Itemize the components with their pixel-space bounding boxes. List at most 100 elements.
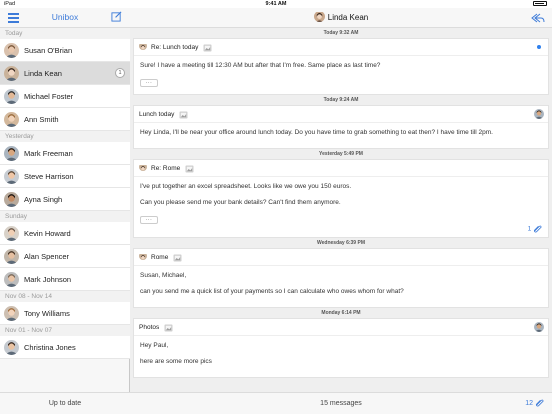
contact-name: Steve Harrison (24, 172, 74, 181)
message-subject-row: Re: Rome (134, 160, 548, 177)
section-header: Yesterday (0, 131, 130, 142)
message-paragraph: Can you please send me your bank details… (140, 199, 341, 206)
reply-all-icon[interactable] (531, 12, 545, 24)
expand-quoted-button[interactable]: ... (140, 216, 158, 224)
avatar (4, 192, 19, 207)
avatar (4, 146, 19, 161)
conversation-item[interactable]: Tony Williams (0, 302, 130, 325)
message-subject: Lunch today (139, 111, 175, 118)
avatar (4, 66, 19, 81)
message-paragraph: Sure! I have a meeting till 12:30 AM but… (140, 62, 381, 69)
section-header: Nov 01 - Nov 07 (0, 325, 130, 336)
sidebar-header: Unibox (0, 8, 130, 28)
message-count: 15 messages (320, 400, 362, 407)
contact-name: Susan O'Brian (24, 46, 73, 55)
conversation-item[interactable]: Steve Harrison (0, 165, 130, 188)
conversation-pane: Linda Kean Today 9:32 AM Re: Lunch today S… (130, 8, 552, 414)
message-subject: Re: Rome (151, 165, 181, 172)
contact-name: Ann Smith (24, 115, 59, 124)
contact-name: Mark Freeman (24, 149, 73, 158)
contact-name: Alan Spencer (24, 252, 70, 261)
message-subject: Rome (151, 254, 169, 261)
avatar (534, 109, 544, 119)
message-paragraph: here are some more pics (140, 358, 212, 365)
conversation-header: Linda Kean (130, 8, 552, 28)
date-separator: Yesterday 5:49 PM (319, 151, 363, 157)
sidebar: Unibox Today Susan O'Brian Linda Kean 1 Mich… (0, 8, 130, 414)
conversation-item[interactable]: Mark Johnson (0, 268, 130, 291)
avatar (4, 340, 19, 355)
message-paragraph: Hey Paul, (140, 342, 169, 349)
message-paragraph: Hey Linda, I'll be near your office arou… (140, 129, 493, 136)
message-body: Hey Linda, I'll be near your office arou… (134, 123, 548, 148)
contact-name: Michael Foster (24, 92, 74, 101)
contact-name: Mark Johnson (24, 275, 72, 284)
status-bar: iPad 9:41 AM (0, 0, 552, 8)
message-card[interactable]: Photos Hey Paul, here are some more pics (133, 318, 549, 378)
attachment-icon (185, 163, 194, 173)
contact-name: Ayna Singh (24, 195, 63, 204)
battery-icon (533, 1, 547, 6)
message-body: Susan, Michael, can you send me a quick l… (134, 266, 548, 307)
contact-name: Christina Jones (24, 343, 76, 352)
message-subject-row: Re: Lunch today (134, 39, 548, 56)
compose-icon[interactable] (111, 11, 122, 22)
conversation-list: Today Susan O'Brian Linda Kean 1 Michael Fos… (0, 28, 130, 359)
avatar (534, 322, 544, 332)
avatar (4, 169, 19, 184)
conversation-item[interactable]: Mark Freeman (0, 142, 130, 165)
message-subject: Photos (139, 324, 160, 331)
message-body: I've put together an excel spreadsheet. … (134, 177, 548, 231)
attachment-icon (203, 42, 212, 52)
avatar (4, 272, 19, 287)
attachment-icon (173, 252, 182, 262)
attachment-icon (179, 109, 188, 119)
date-separator: Wednesday 6:39 PM (317, 240, 365, 246)
message-paragraph: I've put together an excel spreadsheet. … (140, 183, 352, 190)
message-thread[interactable]: Today 9:32 AM Re: Lunch today Sure! I have… (130, 28, 552, 392)
avatar (139, 252, 147, 261)
unread-dot (537, 45, 541, 49)
date-separator: Today 9:24 AM (323, 97, 359, 103)
message-body: Hey Paul, here are some more pics (134, 336, 548, 377)
avatar (4, 89, 19, 104)
avatar (139, 42, 147, 51)
conversation-item[interactable]: Alan Spencer (0, 245, 130, 268)
attachment-icon (533, 225, 542, 233)
section-header: Nov 08 - Nov 14 (0, 291, 130, 302)
date-separator: Monday 6:14 PM (321, 310, 361, 316)
avatar (4, 306, 19, 321)
message-subject-row: Photos (134, 319, 548, 336)
message-subject-row: Rome (134, 249, 548, 266)
attachments-count-button[interactable]: 12 (525, 393, 544, 414)
avatar (4, 43, 19, 58)
expand-quoted-button[interactable]: ... (140, 79, 158, 87)
attachment-icon (535, 399, 544, 407)
message-body: Sure! I have a meeting till 12:30 AM but… (134, 56, 548, 94)
message-card[interactable]: Lunch today Hey Linda, I'll be near your … (133, 105, 549, 149)
thread-footer: 15 messages 12 (130, 392, 552, 414)
clock: 9:41 AM (265, 1, 287, 7)
conversation-item[interactable]: Susan O'Brian (0, 39, 130, 62)
section-header: Today (0, 28, 130, 39)
conversation-item[interactable]: Kevin Howard (0, 222, 130, 245)
avatar (4, 249, 19, 264)
conversation-item[interactable]: Michael Foster (0, 85, 130, 108)
conversation-item[interactable]: Ayna Singh (0, 188, 130, 211)
message-paragraph: Susan, Michael, (140, 272, 187, 279)
message-card[interactable]: Rome Susan, Michael, can you send me a qui… (133, 248, 549, 308)
section-header: Sunday (0, 211, 130, 222)
attachment-icon (164, 322, 173, 332)
message-card[interactable]: Re: Lunch today Sure! I have a meeting ti… (133, 38, 549, 95)
message-subject-row: Lunch today (134, 106, 548, 123)
conversation-item[interactable]: Ann Smith (0, 108, 130, 131)
avatar (139, 163, 147, 172)
conversation-title: Linda Kean (327, 13, 369, 22)
attachment-count[interactable]: 1 (528, 225, 542, 233)
avatar (313, 11, 325, 23)
conversation-item[interactable]: Linda Kean 1 (0, 62, 130, 85)
sync-status: Up to date (0, 392, 130, 414)
message-subject: Re: Lunch today (151, 44, 199, 51)
message-card[interactable]: Re: Rome I've put together an excel sprea… (133, 159, 549, 238)
conversation-item[interactable]: Christina Jones (0, 336, 130, 359)
